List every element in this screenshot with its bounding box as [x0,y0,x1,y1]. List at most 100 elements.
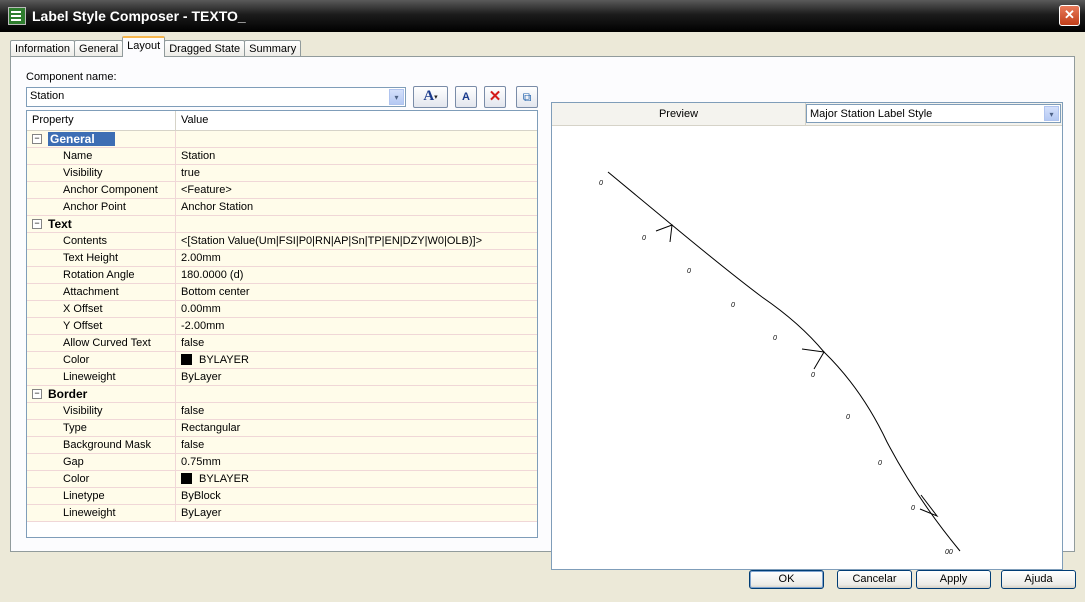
property-value[interactable]: Bottom center [176,284,537,300]
preview-canvas[interactable]: 0 0 0 0 0 0 0 0 0 00 [552,127,1062,567]
table-row[interactable]: Color BYLAYER [27,471,537,488]
property-value[interactable]: 0.00mm [176,301,537,317]
property-value[interactable]: true [176,165,537,181]
table-row[interactable]: Anchor Point Anchor Station [27,199,537,216]
property-value[interactable]: <Feature> [176,182,537,198]
text-icon: A [423,88,435,104]
table-row[interactable]: Color BYLAYER [27,352,537,369]
table-row[interactable]: Visibility false [27,403,537,420]
chevron-down-icon[interactable]: ▾ [1044,106,1059,121]
tab-layout[interactable]: Layout [122,36,166,57]
property-value[interactable]: ByLayer [176,505,537,521]
property-value[interactable]: BYLAYER [176,352,537,368]
property-name: Type [45,420,176,436]
property-value[interactable]: false [176,403,537,419]
property-name: Linetype [45,488,176,504]
table-row[interactable]: Linetype ByBlock [27,488,537,505]
property-name: Text Height [45,250,176,266]
property-value[interactable]: 180.0000 (d) [176,267,537,283]
tab-dragged-state[interactable]: Dragged State [164,40,246,57]
column-header-value[interactable]: Value [176,111,208,130]
table-row[interactable]: Rotation Angle 180.0000 (d) [27,267,537,284]
preview-header: Preview Major Station Label Style ▾ [552,103,1062,126]
property-value[interactable]: Anchor Station [176,199,537,215]
dialog-client: Information General Layout Dragged State… [4,32,1081,598]
table-row[interactable]: Anchor Component <Feature> [27,182,537,199]
layout-tab-page: Component name: Station ▾ A▾ A ✕ ⧉ Prope… [10,56,1075,570]
table-row[interactable]: Text Height 2.00mm [27,250,537,267]
property-name: X Offset [45,301,176,317]
title-bar: Label Style Composer - TEXTO_ ✕ [0,0,1085,32]
table-row[interactable]: Lineweight ByLayer [27,505,537,522]
table-row[interactable]: X Offset 0.00mm [27,301,537,318]
property-name: Contents [45,233,176,249]
category-label: Text [48,217,72,231]
property-name: Visibility [45,403,176,419]
close-button[interactable]: ✕ [1059,5,1080,26]
station-label: 0 [642,235,646,242]
tab-general[interactable]: General [74,40,124,57]
station-label: 00 [945,549,953,556]
property-value[interactable]: Station [176,148,537,164]
column-header-property[interactable]: Property [27,111,176,130]
component-name-select[interactable]: Station ▾ [26,87,406,107]
table-row[interactable]: Name Station [27,148,537,165]
property-name: Color [45,352,176,368]
table-row[interactable]: Attachment Bottom center [27,284,537,301]
text-box-icon: A [462,91,470,103]
category-label: Border [48,387,88,401]
property-name: Anchor Component [45,182,176,198]
table-row[interactable]: Allow Curved Text false [27,335,537,352]
tab-summary[interactable]: Summary [244,40,302,57]
property-value[interactable]: -2.00mm [176,318,537,334]
collapse-icon[interactable]: − [32,134,42,144]
property-value[interactable]: false [176,335,537,351]
ok-button[interactable]: OK [749,570,824,589]
category-row-border[interactable]: − Border [27,386,537,403]
table-row[interactable]: Visibility true [27,165,537,182]
tab-information[interactable]: Information [10,40,76,57]
property-name: Background Mask [45,437,176,453]
cancel-button[interactable]: Cancelar [837,570,912,589]
edit-contents-button[interactable]: A [455,86,477,108]
apply-button[interactable]: Apply [916,570,991,589]
table-row[interactable]: Contents <[Station Value(Um|FSI|P0|RN|AP|… [27,233,537,250]
property-value[interactable]: 0.75mm [176,454,537,470]
label-style-composer-icon [8,7,26,25]
color-value: BYLAYER [199,473,249,485]
table-row[interactable]: Gap 0.75mm [27,454,537,471]
property-value[interactable]: ByBlock [176,488,537,504]
property-grid-header: Property Value [27,111,537,131]
collapse-icon[interactable]: − [32,219,42,229]
tab-strip: Information General Layout Dragged State… [10,36,302,57]
station-label: 0 [878,460,882,467]
chevron-down-icon[interactable]: ▾ [389,89,404,105]
color-swatch [181,473,192,484]
table-row[interactable]: Y Offset -2.00mm [27,318,537,335]
station-label: 0 [599,180,603,187]
table-row[interactable]: Background Mask false [27,437,537,454]
table-row[interactable]: Lineweight ByLayer [27,369,537,386]
category-row-text[interactable]: − Text [27,216,537,233]
help-button[interactable]: Ajuda [1001,570,1076,589]
preview-style-select[interactable]: Major Station Label Style ▾ [806,104,1061,123]
category-label: General [48,132,115,146]
collapse-icon[interactable]: − [32,389,42,399]
property-value[interactable]: 2.00mm [176,250,537,266]
delete-component-button[interactable]: ✕ [484,86,506,108]
tick-arrow [801,348,825,370]
property-grid: Property Value − General Name Station Vis… [26,110,538,538]
preview-label: Preview [552,103,806,125]
property-value[interactable]: ByLayer [176,369,537,385]
station-label: 0 [846,414,850,421]
property-value[interactable]: BYLAYER [176,471,537,487]
property-value[interactable]: false [176,437,537,453]
category-row-general[interactable]: − General [27,131,537,148]
property-name: Lineweight [45,505,176,521]
property-value[interactable]: <[Station Value(Um|FSI|P0|RN|AP|Sn|TP|EN… [176,233,537,249]
station-label: 0 [731,302,735,309]
component-draw-order-button[interactable]: ⧉ [516,86,538,108]
create-text-component-button[interactable]: A▾ [413,86,448,108]
property-value[interactable]: Rectangular [176,420,537,436]
table-row[interactable]: Type Rectangular [27,420,537,437]
